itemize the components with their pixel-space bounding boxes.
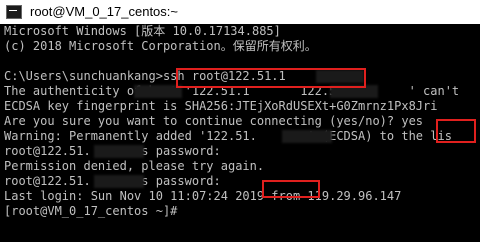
terminal-line-fingerprint: ECDSA key fingerprint is SHA256:JTEjXoRd…: [4, 99, 438, 113]
terminal-line-warning: Warning: Permanently added '122.51. ' (E…: [4, 129, 452, 143]
terminal-line-version: Microsoft Windows [版本 10.0.17134.885]: [4, 24, 281, 38]
yes-answer-highlight: [436, 119, 476, 143]
terminal-line-permission-denied: Permission denied, please try again.: [4, 159, 265, 173]
redaction-blur: [282, 130, 332, 143]
terminal-app-icon: [6, 5, 22, 19]
redaction-blur: [94, 145, 144, 158]
ssh-command-highlight: [176, 68, 366, 88]
window-title: root@VM_0_17_centos:~: [30, 4, 178, 19]
terminal-line-copyright: (c) 2018 Microsoft Corporation。保留所有权利。: [4, 39, 317, 53]
terminal-line-confirm: Are you sure you want to continue connec…: [4, 114, 424, 128]
terminal-line-last-login: Last login: Sun Nov 10 11:07:24 2019 fro…: [4, 189, 402, 203]
redaction-blur: [94, 175, 144, 188]
terminal-line-shell-prompt[interactable]: [root@VM_0_17_centos ~]#: [4, 204, 177, 219]
window-titlebar[interactable]: root@VM_0_17_centos:~: [0, 0, 480, 25]
terminal-output[interactable]: Microsoft Windows [版本 10.0.17134.885] (c…: [0, 24, 480, 242]
redaction-blur: [134, 85, 182, 98]
password-field-highlight: [262, 180, 320, 198]
